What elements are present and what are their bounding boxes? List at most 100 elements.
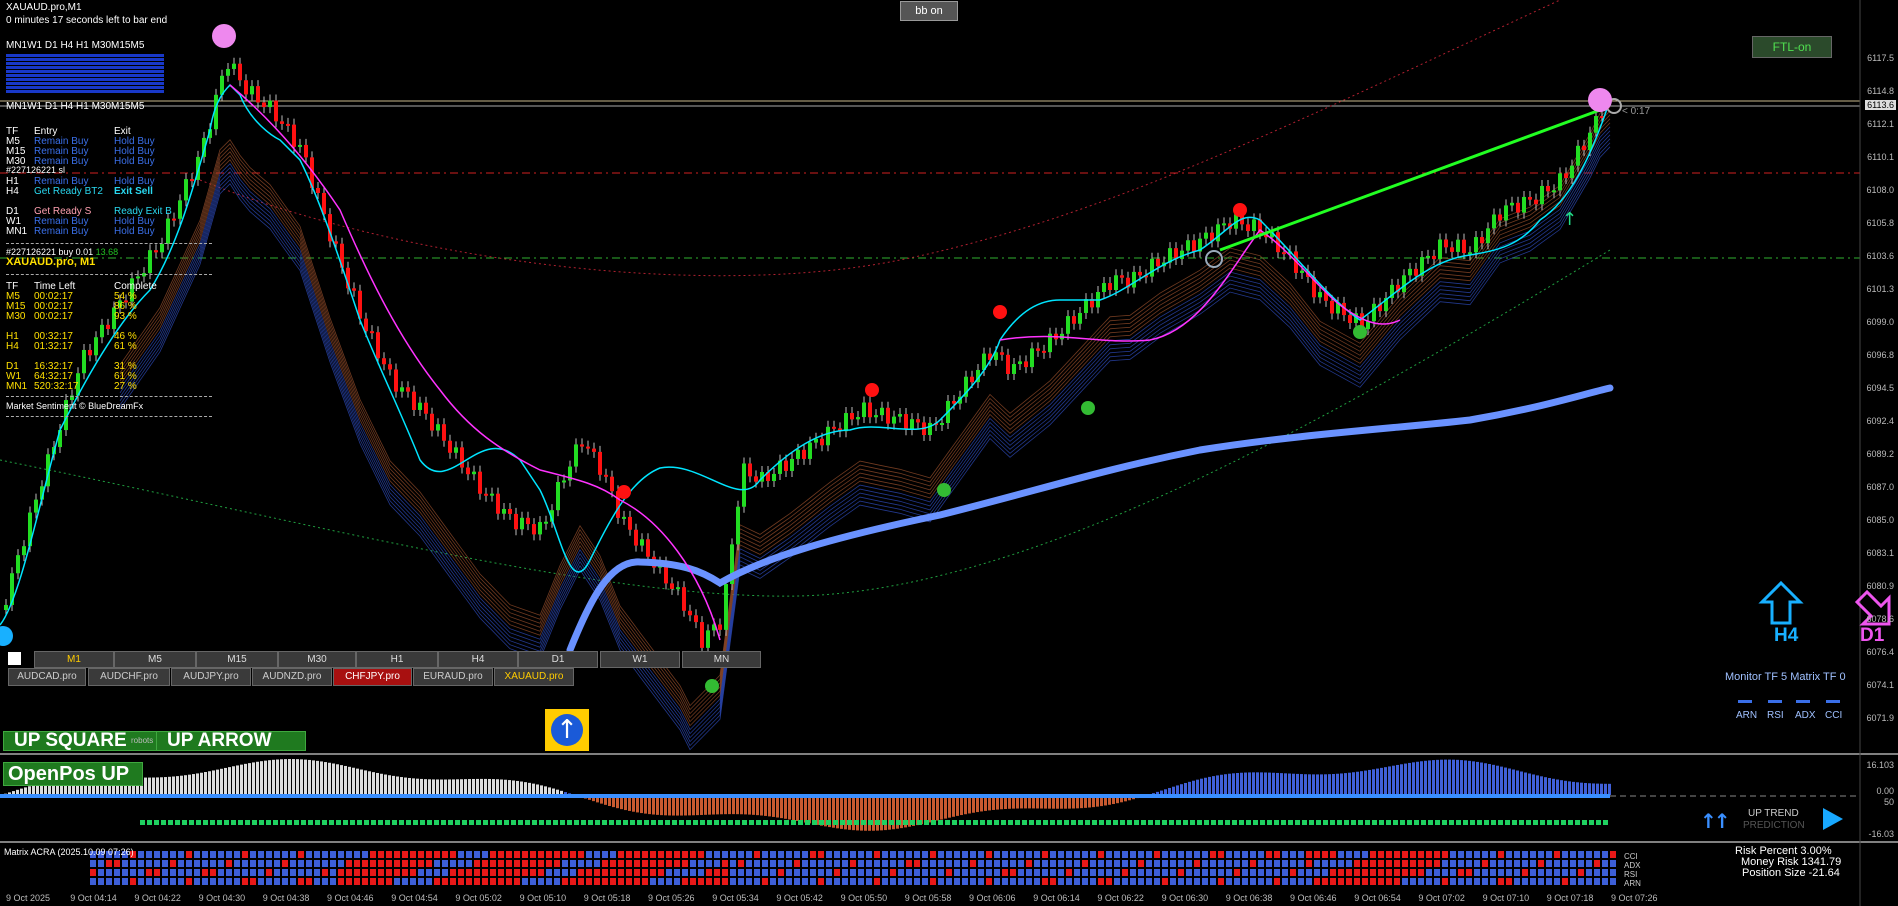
matrix-cell: [1562, 860, 1568, 867]
osc-signal-dot: [707, 820, 712, 825]
symbol-button-audchf[interactable]: AUDCHF.pro: [88, 668, 170, 686]
matrix-cell: [474, 869, 480, 876]
price-tick: 6096.8: [1866, 350, 1894, 360]
matrix-cell: [578, 869, 584, 876]
tf-button-d1[interactable]: D1: [518, 651, 598, 668]
matrix-cell: [1314, 851, 1320, 858]
ftl-toggle-button[interactable]: FTL-on: [1752, 36, 1832, 58]
candle-body: [1012, 364, 1016, 374]
matrix-cell: [1178, 851, 1184, 858]
osc-bar: [500, 779, 503, 795]
time-tick: 9 Oct 05:10: [519, 893, 567, 903]
monitor-status: Monitor TF 5 Matrix TF 0: [1725, 671, 1846, 683]
matrix-cell: [314, 878, 320, 885]
candle-body: [856, 417, 860, 420]
candle-body: [298, 144, 302, 147]
osc-bar: [1456, 759, 1459, 795]
matrix-cell: [482, 860, 488, 867]
play-icon[interactable]: [1823, 808, 1843, 830]
osc-bar: [312, 760, 315, 795]
osc-bar: [1392, 765, 1395, 795]
matrix-cell: [1050, 878, 1056, 885]
bb-toggle-button[interactable]: bb on: [900, 1, 958, 21]
close-panel-button[interactable]: [8, 652, 21, 665]
ribbon-line: [119, 118, 1611, 723]
matrix-cell: [866, 860, 872, 867]
matrix-cell: [730, 869, 736, 876]
candle-body: [1426, 255, 1430, 258]
candle-body: [574, 444, 578, 467]
osc-signal-dot: [910, 820, 915, 825]
matrix-cell: [146, 851, 152, 858]
tf-button-m15[interactable]: M15: [196, 651, 278, 668]
matrix-cell: [1090, 851, 1096, 858]
matrix-cell: [1154, 851, 1160, 858]
osc-signal-dot: [1085, 820, 1090, 825]
matrix-cell: [826, 860, 832, 867]
symbol-button-audcad[interactable]: AUDCAD.pro: [8, 668, 86, 686]
osc-signal-dot: [672, 820, 677, 825]
matrix-cell: [962, 851, 968, 858]
candle-body: [886, 407, 890, 424]
tf-button-m30[interactable]: M30: [278, 651, 356, 668]
osc-signal-dot: [1351, 820, 1356, 825]
symbol-button-xauaud[interactable]: XAUAUD.pro: [494, 668, 574, 686]
candle-body: [1018, 361, 1022, 365]
symbol-button-chfjpy[interactable]: CHFJPY.pro: [333, 668, 412, 686]
matrix-cell: [570, 869, 576, 876]
symbol-button-euraud[interactable]: EURAUD.pro: [413, 668, 493, 686]
osc-signal-dot: [1386, 820, 1391, 825]
matrix-cell: [186, 851, 192, 858]
matrix-cell: [1522, 878, 1528, 885]
osc-bar: [1180, 784, 1183, 795]
matrix-cell: [1138, 869, 1144, 876]
matrix-cell: [1202, 878, 1208, 885]
matrix-cell: [626, 869, 632, 876]
tf-button-w1[interactable]: W1: [600, 651, 680, 668]
matrix-cell: [1346, 869, 1352, 876]
osc-bar: [344, 765, 347, 795]
matrix-cell: [538, 860, 544, 867]
osc-bar: [380, 773, 383, 795]
osc-signal-dot: [1218, 820, 1223, 825]
osc-bar: [224, 767, 227, 795]
matrix-cell: [1010, 851, 1016, 858]
osc-signal-dot: [1421, 820, 1426, 825]
candle-body: [1042, 350, 1046, 353]
matrix-cell: [98, 869, 104, 876]
tf-button-mn[interactable]: MN: [682, 651, 761, 668]
matrix-cell: [402, 878, 408, 885]
trading-chart[interactable]: ↑ XAUAUD.pro,M1 0 minutes 17 seconds lef…: [0, 0, 1898, 906]
matrix-cell: [1010, 878, 1016, 885]
candle-body: [1552, 190, 1556, 193]
matrix-cell: [746, 851, 752, 858]
matrix-cell: [762, 851, 768, 858]
osc-signal-dot: [294, 820, 299, 825]
matrix-cell: [562, 851, 568, 858]
symbol-button-audnzd[interactable]: AUDNZD.pro: [252, 668, 332, 686]
candle-body: [448, 440, 452, 453]
price-chart[interactable]: ↑: [0, 0, 1898, 906]
matrix-cell: [1066, 869, 1072, 876]
tf-button-m5[interactable]: M5: [114, 651, 196, 668]
osc-bar: [264, 760, 267, 795]
candle-body: [1468, 252, 1472, 255]
osc-signal-dot: [847, 820, 852, 825]
candle-body: [472, 471, 476, 475]
matrix-cell: [530, 851, 536, 858]
matrix-cell: [1306, 851, 1312, 858]
candle-body: [1432, 255, 1436, 260]
tf-button-h4[interactable]: H4: [438, 651, 518, 668]
matrix-cell: [394, 878, 400, 885]
matrix-cell: [1050, 869, 1056, 876]
tf-button-h1[interactable]: H1: [356, 651, 438, 668]
osc-signal-dot: [378, 820, 383, 825]
osc-bar: [392, 775, 395, 795]
matrix-cell: [1194, 878, 1200, 885]
matrix-cell: [1042, 860, 1048, 867]
price-tick: 6076.4: [1866, 647, 1894, 657]
osc-bar: [1364, 770, 1367, 795]
symbol-button-audjpy[interactable]: AUDJPY.pro: [171, 668, 251, 686]
tf-button-m1[interactable]: M1: [34, 651, 114, 668]
matrix-cell: [386, 869, 392, 876]
